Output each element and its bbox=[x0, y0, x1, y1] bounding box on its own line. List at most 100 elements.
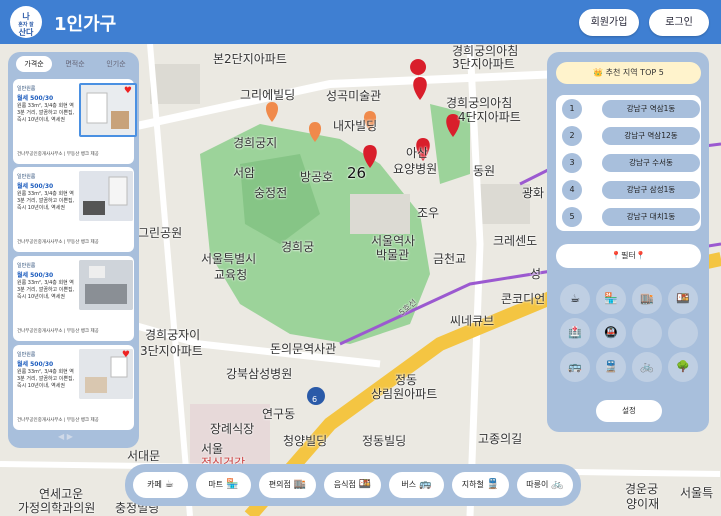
empty-filter-slot[interactable] bbox=[632, 318, 662, 348]
map-label: 요양병원 bbox=[393, 162, 438, 176]
category-label: 마트 bbox=[208, 480, 224, 489]
app-logo[interactable]: 나 혼자 잘 산다 bbox=[10, 6, 42, 38]
park-filter-icon[interactable]: 🌳 bbox=[668, 352, 698, 382]
map-label: 양이재 bbox=[626, 497, 660, 511]
mart-filter-icon[interactable]: 🏪 bbox=[596, 284, 626, 314]
subway-line-filter-icon[interactable]: 🚇 bbox=[596, 318, 626, 348]
convenience-filter-icon[interactable]: 🏬 bbox=[632, 284, 662, 314]
restaurant-filter-icon[interactable]: 🍱 bbox=[668, 284, 698, 314]
recommend-item[interactable]: 2 강남구 역삼12동 bbox=[562, 126, 700, 146]
map-label: 숭정전 bbox=[254, 186, 288, 200]
map-label: 동원 bbox=[473, 164, 496, 178]
app-title: 1인가구 bbox=[54, 14, 117, 35]
map-label: 연구동 bbox=[262, 407, 296, 421]
recommend-item[interactable]: 5 강남구 대치1동 bbox=[562, 207, 700, 227]
category-convenience-button[interactable]: 편의점 🏬 bbox=[259, 472, 316, 498]
listing-card[interactable]: 일반원룸 월세 500/30 원룸 33m², 3/4층 회현 역 3분 거리,… bbox=[13, 345, 134, 430]
rank-region: 강남구 역삼1동 bbox=[602, 100, 700, 118]
map-label: 본2단지아파트 bbox=[213, 52, 287, 66]
map-label: 그리에빌딩 bbox=[240, 88, 296, 102]
bus-icon: 🚌 bbox=[419, 479, 432, 490]
bus-filter-icon[interactable]: 🚌 bbox=[560, 352, 590, 382]
category-cafe-button[interactable]: 카페 ☕ bbox=[133, 472, 188, 498]
listing-price: 월세 500/30 bbox=[17, 272, 54, 279]
map-label: 고종의길 bbox=[478, 432, 523, 446]
recommend-item[interactable]: 4 강남구 삼성1동 bbox=[562, 180, 700, 200]
map-label: 씨네큐브 bbox=[450, 314, 495, 328]
map-label: 3단지아파트 bbox=[140, 344, 203, 358]
map-label: 강북삼성병원 bbox=[226, 367, 293, 381]
map-label: 콘코디언 bbox=[501, 292, 546, 306]
category-label: 편의점 bbox=[268, 480, 291, 489]
map-label: 성 bbox=[530, 267, 542, 281]
login-button[interactable]: 로그인 bbox=[649, 9, 709, 36]
map-label: 돈의문역사관 bbox=[270, 342, 337, 356]
listing-photo[interactable]: ♥ bbox=[79, 83, 137, 137]
settings-button[interactable]: 설정 bbox=[596, 400, 662, 422]
map-cluster-count[interactable]: 26 bbox=[347, 164, 366, 182]
category-label: 지하철 bbox=[461, 480, 484, 489]
listing-category: 일반원룸 bbox=[17, 174, 36, 180]
map-label: 금천교 bbox=[433, 252, 467, 266]
cafe-filter-icon[interactable]: ☕ bbox=[560, 284, 590, 314]
listing-card[interactable]: 일반원룸 월세 500/30 원룸 33m², 3/4층 회현 역 3분 거리,… bbox=[13, 79, 137, 164]
room-photo-image bbox=[79, 260, 133, 310]
signup-button[interactable]: 회원가입 bbox=[579, 9, 639, 36]
rank-region: 강남구 삼성1동 bbox=[602, 181, 700, 199]
listing-photo[interactable] bbox=[79, 171, 133, 221]
sort-tab-price[interactable]: 가격순 bbox=[16, 56, 52, 72]
listing-agent: 건나무공인중개사사무소 | 부동산 뱅크 제공 bbox=[17, 418, 99, 423]
map-label: 서울특별시 bbox=[201, 252, 257, 266]
filter-title: 📍필터📍 bbox=[556, 244, 701, 268]
sort-tabs: 가격순 면적순 인기순 bbox=[14, 56, 133, 74]
favorite-heart-icon[interactable]: ♥ bbox=[122, 350, 130, 360]
bike-filter-icon[interactable]: 🚲 bbox=[632, 352, 662, 382]
bike-icon: 🚲 bbox=[551, 479, 564, 490]
listing-photo[interactable] bbox=[79, 260, 133, 310]
map-label: 3단지아파트 bbox=[452, 57, 515, 71]
map-label: 내자빌딩 bbox=[333, 119, 378, 133]
filter-icon-grid: ☕ 🏪 🏬 🍱 🏥 🚇 🚌 🚆 🚲 🌳 bbox=[556, 284, 701, 384]
map-label: 4단지아파트 bbox=[458, 110, 521, 124]
listing-price: 월세 500/30 bbox=[17, 361, 54, 368]
rank-number: 5 bbox=[562, 207, 582, 227]
rank-number: 3 bbox=[562, 153, 582, 173]
favorite-heart-icon[interactable]: ♥ bbox=[124, 86, 132, 96]
recommend-panel: 👑 추천 지역 TOP 5 1 강남구 역삼1동 2 강남구 역삼12동 3 강… bbox=[547, 52, 709, 432]
recommend-item[interactable]: 1 강남구 역삼1동 bbox=[562, 99, 700, 119]
map-label: 아산 bbox=[406, 146, 429, 160]
sort-tab-area[interactable]: 면적순 bbox=[57, 56, 93, 72]
listing-card[interactable]: 일반원룸 월세 500/30 원룸 33m², 3/4층 회현 역 3분 거리,… bbox=[13, 167, 134, 252]
listing-card[interactable]: 일반원룸 월세 500/30 원룸 33m², 3/4층 회현 역 3분 거리,… bbox=[13, 256, 134, 341]
rank-number: 2 bbox=[562, 126, 582, 146]
category-mart-button[interactable]: 마트 🏪 bbox=[196, 472, 251, 498]
map-label: 광화 bbox=[522, 186, 545, 200]
listing-pager-arrows[interactable]: ◀ ▶ bbox=[58, 432, 73, 441]
app-header: 나 혼자 잘 산다 1인가구 회원가입 로그인 bbox=[0, 0, 721, 44]
map-label: 크레센도 bbox=[493, 234, 538, 248]
map-label: 서울특 bbox=[680, 486, 714, 500]
map-label: 서암 bbox=[233, 166, 256, 180]
mart-icon: 🏪 bbox=[226, 479, 239, 490]
hospital-filter-icon[interactable]: 🏥 bbox=[560, 318, 590, 348]
listing-photo[interactable]: ♥ bbox=[79, 349, 133, 399]
category-restaurant-button[interactable]: 음식점 🍱 bbox=[324, 472, 381, 498]
rank-region: 강남구 역삼12동 bbox=[602, 127, 700, 145]
listing-category: 일반원룸 bbox=[17, 352, 36, 358]
category-label: 음식점 bbox=[333, 480, 356, 489]
subway-filter-icon[interactable]: 🚆 bbox=[596, 352, 626, 382]
category-label: 카페 bbox=[147, 480, 162, 489]
map-label: 방공호 bbox=[300, 170, 334, 184]
category-subway-button[interactable]: 지하철 🚆 bbox=[452, 472, 509, 498]
rank-region: 강남구 수서동 bbox=[602, 154, 700, 172]
empty-filter-slot[interactable] bbox=[668, 318, 698, 348]
rank-number: 1 bbox=[562, 99, 582, 119]
sort-tab-popularity[interactable]: 인기순 bbox=[98, 56, 134, 72]
listing-agent: 건나무공인중개사사무소 | 부동산 뱅크 제공 bbox=[17, 329, 99, 334]
map-label: 그린공원 bbox=[138, 226, 183, 240]
category-bus-button[interactable]: 버스 🚌 bbox=[389, 472, 444, 498]
category-label: 따릉이 bbox=[526, 480, 549, 489]
recommend-title: 👑 추천 지역 TOP 5 bbox=[556, 62, 701, 84]
category-bike-button[interactable]: 따릉이 🚲 bbox=[517, 472, 573, 498]
recommend-item[interactable]: 3 강남구 수서동 bbox=[562, 153, 700, 173]
